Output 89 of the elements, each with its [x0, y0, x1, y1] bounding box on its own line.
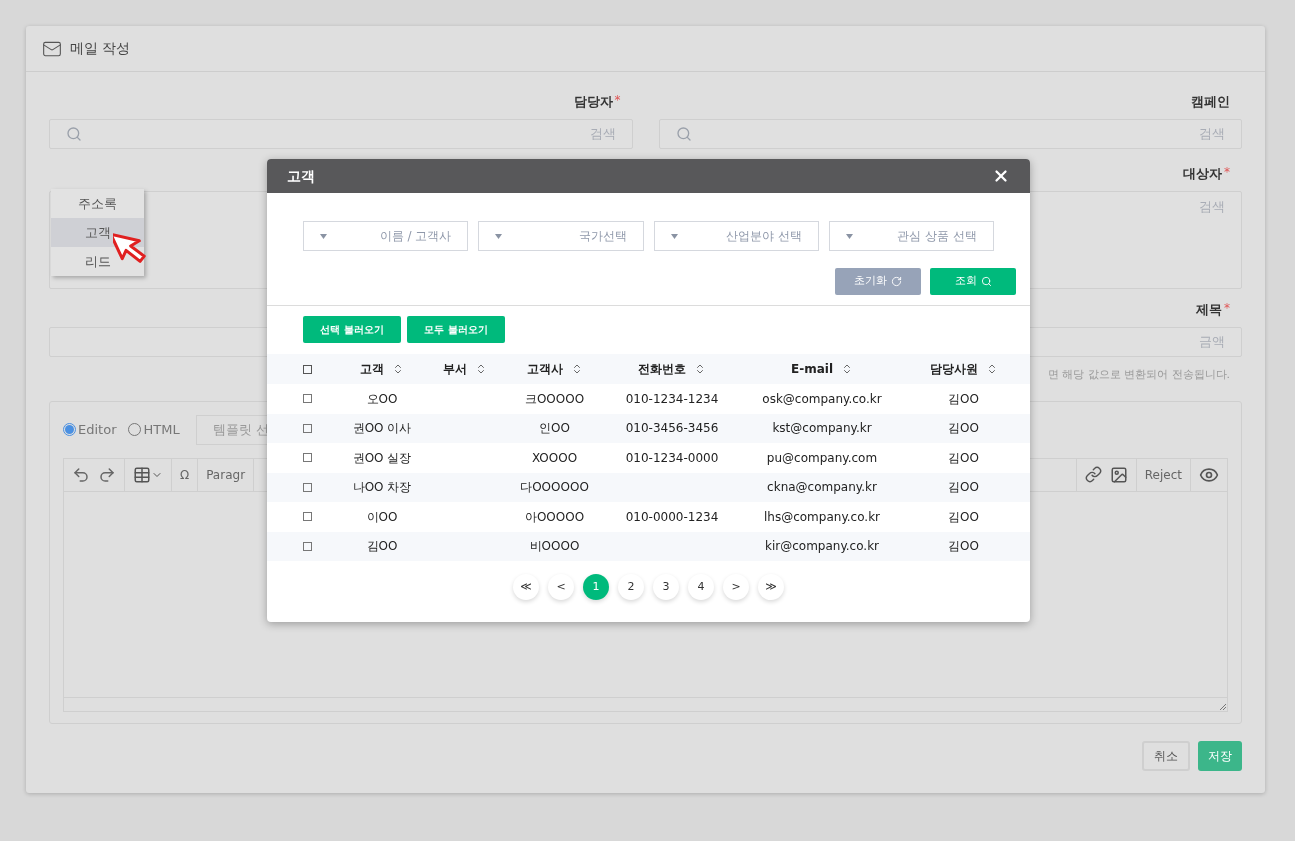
filter-select[interactable]: 관심 상품 선택: [828, 221, 994, 251]
table-cell-text: 권OO 실장: [352, 449, 412, 467]
table-cell-text: 김OO: [948, 449, 979, 467]
page-button[interactable]: ≫: [758, 574, 784, 600]
column-header[interactable]: 전화번호: [638, 360, 686, 378]
table-cell-text: kir@company.co.kr: [764, 538, 880, 556]
table-cell-text: 김OO: [366, 538, 398, 556]
dropdown-arrow-icon[interactable]: [670, 233, 678, 239]
filter-select[interactable]: 산업분야 선택: [653, 221, 819, 251]
table-cell-text: 다OOOOOO: [520, 479, 589, 497]
page-button[interactable]: >: [723, 574, 749, 600]
table-cell-text: pu@company.com: [766, 449, 878, 467]
checkbox[interactable]: [302, 512, 312, 522]
redo-icon[interactable]: [98, 465, 116, 484]
dialog-title: 고객: [287, 166, 315, 186]
table-cell-text: 010-3456-3456: [625, 420, 719, 438]
filter-select[interactable]: 이름 / 고객사: [303, 221, 469, 251]
table-cell-text: 김OO: [948, 538, 979, 556]
cancel-button[interactable]: 취소: [1142, 740, 1190, 771]
checkbox[interactable]: [302, 541, 312, 551]
checkbox[interactable]: [302, 364, 312, 374]
table-cell-text: 권OO 이사: [352, 420, 412, 438]
table-cell-text: 김OO: [948, 508, 979, 526]
table-cell-text: 010-0000-1234: [625, 508, 719, 526]
toolbar-button[interactable]: Reject: [1144, 465, 1182, 484]
search-icon: [675, 126, 692, 142]
column-header[interactable]: 부서: [442, 360, 467, 378]
required-mark: *: [1224, 164, 1230, 180]
checkbox[interactable]: [302, 453, 312, 463]
sort-icon[interactable]: [392, 363, 404, 375]
undo-icon[interactable]: [72, 465, 90, 484]
search-icon: [66, 126, 82, 142]
table-icon[interactable]: [133, 465, 163, 484]
dropdown-arrow-icon[interactable]: [495, 233, 503, 239]
search-icon: [980, 276, 992, 287]
column-header[interactable]: 담당사원: [929, 360, 978, 378]
checkbox[interactable]: [302, 394, 312, 404]
field-label: 캠페인: [1191, 93, 1230, 111]
toolbar-button[interactable]: Paragr: [206, 465, 246, 484]
table-cell-text: 나OO 차장: [352, 479, 412, 497]
table-cell-text: osk@company.co.kr: [762, 390, 882, 408]
field-label: 담당자: [573, 93, 613, 111]
page-button[interactable]: ≪: [513, 574, 539, 600]
table-cell-text: ckna@company.kr: [767, 479, 877, 497]
required-mark: *: [614, 92, 621, 108]
column-header[interactable]: E-mail: [791, 360, 833, 378]
hint-text: 면 해당 값으로 변환되어 전송됩니다.: [1047, 367, 1230, 383]
table-cell-text: kst@company.kr: [772, 420, 872, 438]
dropdown-arrow-icon[interactable]: [845, 233, 853, 239]
required-mark: *: [1224, 300, 1230, 316]
table-cell-text: 이OO: [366, 508, 398, 526]
radio-option[interactable]: HTML: [128, 419, 180, 440]
table-cell-text: 김OO: [948, 479, 979, 497]
page-title: 메일 작성: [70, 39, 131, 58]
link-icon[interactable]: [1084, 466, 1102, 483]
filter-select[interactable]: 국가선택: [478, 221, 644, 251]
menu-item[interactable]: 리드: [51, 247, 144, 276]
toolbar-button[interactable]: Ω: [180, 465, 190, 484]
radio-option[interactable]: Editor: [63, 419, 117, 440]
table-cell-text: 오OO: [366, 390, 398, 408]
checkbox[interactable]: [302, 482, 312, 492]
page-button[interactable]: 4: [688, 574, 714, 600]
table-cell-text: 비OOOO: [529, 538, 580, 556]
table-cell-text: XOOOO: [531, 449, 578, 467]
page-button[interactable]: 3: [653, 574, 679, 600]
table-cell-text: 인OO: [539, 420, 570, 438]
table-cell-text: 010-1234-0000: [625, 449, 719, 467]
table-cell-text: 김OO: [948, 420, 979, 438]
sort-icon[interactable]: [841, 363, 853, 375]
image-icon[interactable]: [1109, 465, 1128, 484]
resize-grip-icon[interactable]: [1219, 702, 1227, 711]
menu-item[interactable]: 고객: [51, 218, 144, 247]
dropdown-arrow-icon[interactable]: [320, 233, 327, 239]
close-icon[interactable]: [992, 167, 1010, 185]
table-cell-text: 크OOOOO: [524, 390, 585, 408]
table-cell-text: 김OO: [948, 390, 979, 408]
refresh-icon: [891, 276, 902, 287]
field-label: 제목: [1196, 301, 1222, 319]
table-cell-text: lhs@company.co.kr: [764, 508, 880, 526]
column-header[interactable]: 고객사: [526, 360, 563, 378]
table-cell-text: 010-1234-1234: [625, 390, 719, 408]
column-header[interactable]: 고객: [360, 360, 384, 378]
menu-item[interactable]: 주소록: [51, 189, 144, 218]
sort-icon[interactable]: [694, 363, 706, 375]
field-label: 대상자: [1183, 165, 1222, 183]
page-button[interactable]: <: [548, 574, 574, 600]
checkbox[interactable]: [302, 423, 312, 433]
page-button[interactable]: 2: [618, 574, 644, 600]
table-cell-text: 아OOOOO: [524, 508, 585, 526]
